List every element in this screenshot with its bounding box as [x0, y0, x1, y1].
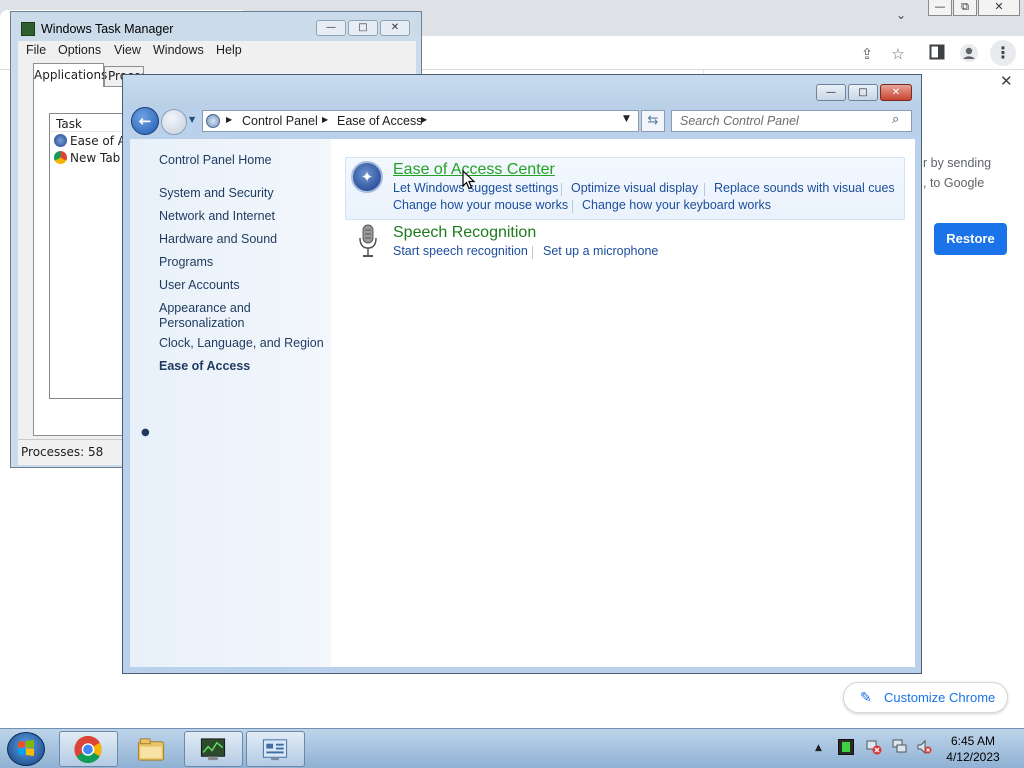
address-bar[interactable]: ▶ Control Panel ▶ Ease of Access ▶ ▼	[202, 110, 639, 132]
link-set-up-microphone[interactable]: Set up a microphone	[543, 244, 658, 258]
nav-ease-of-access-current: Ease of Access	[159, 359, 251, 373]
control-panel-icon	[206, 114, 220, 128]
search-input[interactable]: Search Control Panel ⌕	[671, 110, 912, 132]
nav-user-accounts[interactable]: User Accounts	[159, 278, 240, 292]
restore-button[interactable]: Restore	[934, 223, 1007, 255]
tab-search-chevron-icon[interactable]: ⌄	[896, 8, 906, 22]
nav-hardware-sound[interactable]: Hardware and Sound	[159, 232, 277, 246]
search-icon[interactable]: ⌕	[892, 112, 899, 127]
forward-button[interactable]	[161, 109, 187, 135]
side-panel-text-line2: , to Google	[923, 176, 985, 190]
tm-maximize-button[interactable]: □	[348, 20, 378, 36]
speech-recognition-link[interactable]: Speech Recognition	[393, 224, 536, 242]
tm-menu-view[interactable]: View	[114, 43, 141, 57]
task-manager-title: Windows Task Manager	[41, 22, 174, 36]
ease-of-access-center-icon[interactable]: ✦	[351, 161, 383, 193]
chrome-close-button[interactable]: ✕	[978, 0, 1020, 16]
cp-content-pane: ✦ Ease of Access Center Let Windows sugg…	[331, 139, 915, 667]
windows-logo-icon	[18, 740, 34, 756]
recent-pages-chevron-icon[interactable]: ▼	[189, 113, 199, 127]
tm-menu-options[interactable]: Options	[58, 43, 101, 57]
tm-minimize-button[interactable]: —	[316, 20, 346, 36]
control-panel-icon	[262, 739, 288, 761]
breadcrumb-arrow-icon[interactable]: ▶	[322, 115, 328, 124]
menu-dots-icon[interactable]: ⋮	[990, 40, 1016, 66]
explorer-folder-icon	[137, 738, 165, 761]
tm-task-list[interactable]: Task Ease of Access New Tab - Google Chr…	[49, 113, 134, 399]
link-separator	[572, 200, 573, 213]
customize-chrome-button[interactable]: ✎ Customize Chrome	[843, 682, 1008, 713]
nav-control-panel-home[interactable]: Control Panel Home	[159, 153, 272, 167]
taskbar-chrome-button[interactable]	[59, 731, 118, 767]
ease-of-access-icon	[54, 134, 67, 147]
taskbar-control-panel-button[interactable]	[246, 731, 305, 767]
link-change-keyboard-works[interactable]: Change how your keyboard works	[582, 198, 771, 212]
cp-minimize-button[interactable]: —	[816, 84, 846, 101]
cp-maximize-button[interactable]: □	[848, 84, 878, 101]
refresh-icon[interactable]: ⇆	[641, 110, 665, 132]
star-icon[interactable]: ☆	[888, 44, 908, 64]
nav-system-security[interactable]: System and Security	[159, 186, 274, 200]
tm-menu-help[interactable]: Help	[216, 43, 242, 57]
battery-icon[interactable]	[838, 739, 854, 755]
link-separator	[704, 183, 705, 196]
action-center-icon[interactable]	[892, 739, 908, 755]
nav-clock-language-region[interactable]: Clock, Language, and Region	[159, 336, 324, 350]
tm-menu-windows[interactable]: Windows	[153, 43, 204, 57]
task-manager-icon	[21, 22, 35, 36]
control-panel-window: — □ ✕ ← ▼ ▶ Control Panel ▶ Ease of Acce…	[122, 74, 922, 674]
chrome-icon	[74, 735, 102, 764]
clock-time[interactable]: 6:45 AM	[930, 734, 1016, 748]
edit-pencil-icon: ✎	[860, 689, 872, 705]
chrome-restore-button[interactable]: ⧉	[953, 0, 977, 16]
customize-chrome-label: Customize Chrome	[884, 690, 996, 705]
address-dropdown-icon[interactable]: ▼	[623, 114, 630, 124]
side-panel-icon[interactable]	[927, 44, 947, 64]
search-placeholder: Search Control Panel	[680, 114, 799, 128]
current-page-bullet-icon: ●	[141, 427, 150, 438]
link-separator	[532, 246, 533, 259]
link-separator	[561, 183, 562, 196]
breadcrumb-control-panel[interactable]: Control Panel	[242, 114, 318, 128]
chrome-minimize-button[interactable]: —	[928, 0, 952, 16]
breadcrumb-arrow-icon[interactable]: ▶	[421, 115, 427, 124]
tm-menu-bar: File Options View Windows Help	[18, 41, 416, 61]
nav-appearance-personalization[interactable]: Appearance and	[159, 301, 251, 315]
breadcrumb-arrow-icon[interactable]: ▶	[226, 115, 232, 124]
taskbar-task-manager-button[interactable]	[184, 731, 243, 767]
link-replace-sounds-visual-cues[interactable]: Replace sounds with visual cues	[714, 181, 895, 195]
link-start-speech-recognition[interactable]: Start speech recognition	[393, 244, 528, 258]
share-icon[interactable]: ⇪	[857, 44, 877, 64]
taskbar-explorer-button[interactable]	[122, 731, 181, 767]
clock-date[interactable]: 4/12/2023	[930, 750, 1016, 764]
tm-tab-applications[interactable]: Applications	[33, 63, 107, 87]
network-error-icon[interactable]	[866, 739, 882, 755]
tm-status-processes: Processes: 58	[18, 439, 123, 465]
taskbar: ▲ 6:45 AM 4/12/2023	[0, 728, 1024, 768]
link-optimize-visual-display[interactable]: Optimize visual display	[571, 181, 698, 195]
tm-tab-panel: Task Ease of Access New Tab - Google Chr…	[33, 86, 134, 436]
nav-network-internet[interactable]: Network and Internet	[159, 209, 275, 223]
task-manager-icon	[200, 738, 226, 761]
back-button[interactable]: ←	[131, 107, 159, 135]
cp-close-button[interactable]: ✕	[880, 84, 912, 101]
tm-menu-file[interactable]: File	[26, 43, 46, 57]
chrome-icon	[54, 151, 67, 164]
cp-title-bar[interactable]	[123, 75, 921, 109]
mouse-cursor-icon	[462, 170, 476, 190]
side-panel-close-icon[interactable]: ✕	[1000, 72, 1013, 90]
profile-icon[interactable]	[959, 44, 979, 64]
tm-close-button[interactable]: ✕	[380, 20, 410, 36]
nav-appearance-personalization-line2[interactable]: Personalization	[159, 316, 244, 330]
cp-navigation-pane: Control Panel Home System and Security N…	[130, 139, 331, 667]
microphone-icon[interactable]	[357, 224, 379, 258]
start-button[interactable]	[7, 732, 45, 766]
show-hidden-icons[interactable]: ▲	[815, 743, 822, 753]
side-panel-text-line1: r by sending	[923, 156, 992, 170]
breadcrumb-ease-of-access[interactable]: Ease of Access	[337, 114, 422, 128]
link-change-mouse-works[interactable]: Change how your mouse works	[393, 198, 568, 212]
nav-programs[interactable]: Programs	[159, 255, 213, 269]
